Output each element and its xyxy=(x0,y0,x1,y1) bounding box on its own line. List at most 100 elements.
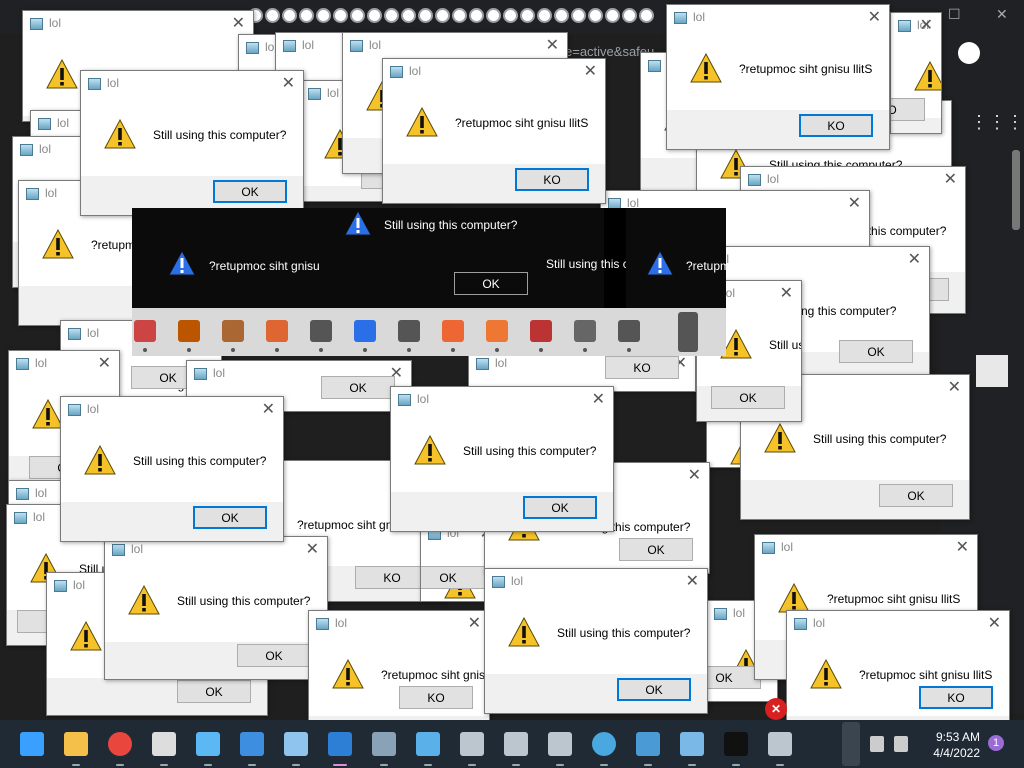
message-dialog[interactable]: lol ✕ Still using this computer? OK xyxy=(390,386,614,532)
tab-favicon-icon[interactable] xyxy=(299,8,314,23)
close-icon[interactable]: ✕ xyxy=(688,465,701,485)
ok-button[interactable]: OK xyxy=(237,644,311,667)
dialog-titlebar[interactable]: lol ✕ xyxy=(755,535,977,560)
close-icon[interactable]: ✕ xyxy=(956,537,969,557)
globe-icon[interactable] xyxy=(592,732,616,756)
paint-icon[interactable] xyxy=(284,732,308,756)
close-icon[interactable]: ✕ xyxy=(232,13,245,33)
message-dialog[interactable]: lol✕?retupmoc siht gnisu llitSKO xyxy=(786,610,1010,722)
chrome-icon[interactable] xyxy=(108,732,132,756)
taskbar-clock[interactable]: 9:53 AM 4/4/2022 xyxy=(918,729,980,761)
dialog-titlebar[interactable]: lol ✕ xyxy=(667,5,889,30)
network-status-icon[interactable] xyxy=(870,736,884,752)
message-dialog[interactable]: lol✕?retupmoc siht gnisu llitSKO xyxy=(890,12,942,134)
close-window-button[interactable]: ✕ xyxy=(996,6,1008,23)
dialog-titlebar[interactable]: lol ✕ xyxy=(391,387,613,412)
message-dialog[interactable]: lol✕?retupmoc siht gnisu llitSKO xyxy=(308,610,490,722)
message-dialog[interactable]: lol ✕ Still using this computer? OK xyxy=(104,536,328,680)
network-icon[interactable] xyxy=(460,732,484,756)
close-icon[interactable]: ✕ xyxy=(908,249,921,269)
tab-favicon-icon[interactable] xyxy=(316,8,331,23)
close-icon[interactable]: ✕ xyxy=(546,35,559,55)
message-dialog[interactable]: lol✕?retupmoc siht gnisu llitSKO xyxy=(382,58,606,204)
close-icon[interactable]: ✕ xyxy=(780,283,793,303)
preview-pane-right[interactable]: ?retupmo xyxy=(626,208,737,308)
tab-favicon-icon[interactable] xyxy=(384,8,399,23)
tab-favicon-icon[interactable] xyxy=(486,8,501,23)
show-desktop-peek[interactable] xyxy=(842,722,860,766)
tab-favicon-icon[interactable] xyxy=(503,8,518,23)
network-icon[interactable] xyxy=(310,320,332,342)
ok-button[interactable]: OK xyxy=(454,272,528,295)
settings-icon[interactable] xyxy=(266,320,288,342)
ok-button[interactable]: OK xyxy=(177,680,251,703)
minimize-button[interactable]: ☐ xyxy=(948,6,961,23)
tab-favicon-icon[interactable] xyxy=(367,8,382,23)
ok-button[interactable]: OK xyxy=(707,666,761,689)
preview-pane-left[interactable]: ?retupmoc siht gnisu l xyxy=(132,208,326,308)
calculator-icon[interactable] xyxy=(222,320,244,342)
close-icon[interactable]: ✕ xyxy=(944,169,957,189)
close-icon[interactable]: ✕ xyxy=(282,73,295,93)
close-icon[interactable]: ✕ xyxy=(468,613,481,633)
network-icon[interactable] xyxy=(618,320,640,342)
tab-favicon-icon[interactable] xyxy=(520,8,535,23)
close-icon[interactable]: ✕ xyxy=(262,399,275,419)
ok-button[interactable]: OK xyxy=(421,566,485,589)
dialog-titlebar[interactable]: lol ✕ xyxy=(9,351,119,376)
close-icon[interactable]: ✕ xyxy=(948,377,961,397)
control-panel-icon[interactable] xyxy=(416,732,440,756)
close-icon[interactable]: ✕ xyxy=(686,571,699,591)
close-icon[interactable]: ✕ xyxy=(592,389,605,409)
tab-favicon-icon[interactable] xyxy=(588,8,603,23)
ko-button[interactable]: KO xyxy=(891,98,925,121)
warning-icon[interactable] xyxy=(354,320,376,342)
dialog-titlebar[interactable]: lol ✕ xyxy=(81,71,303,96)
terminal-icon[interactable] xyxy=(574,320,596,342)
tab-favicon-icon[interactable] xyxy=(622,8,637,23)
ko-button[interactable]: KO xyxy=(399,686,473,709)
network-icon[interactable] xyxy=(548,732,572,756)
ko-button[interactable]: KO xyxy=(919,686,993,709)
7zip-icon[interactable] xyxy=(152,732,176,756)
profile-avatar-icon[interactable] xyxy=(958,42,980,64)
close-icon[interactable]: ✕ xyxy=(988,613,1001,633)
dialog-titlebar[interactable]: lol ✕ xyxy=(309,611,489,636)
tab-favicon-icon[interactable] xyxy=(401,8,416,23)
ok-button[interactable]: OK xyxy=(619,538,693,561)
dialog-titlebar[interactable]: lol ✕ xyxy=(787,611,1009,636)
calculator-icon[interactable] xyxy=(372,732,396,756)
ok-button[interactable]: OK xyxy=(523,496,597,519)
ko-button[interactable]: KO xyxy=(799,114,873,137)
notification-badge[interactable]: 1 xyxy=(988,735,1004,751)
message-dialog[interactable]: lol✕?retupmoc siht gnisu llitSKO xyxy=(666,4,890,150)
close-icon[interactable]: ✕ xyxy=(920,15,933,35)
tab-favicon-icon[interactable] xyxy=(571,8,586,23)
ko-button[interactable]: KO xyxy=(355,566,429,589)
message-dialog[interactable]: lol ✕ Still using this computer? OK xyxy=(60,396,284,542)
tab-favicon-icon[interactable] xyxy=(333,8,348,23)
dialog-titlebar[interactable]: lol ✕ xyxy=(61,397,283,422)
network-icon[interactable] xyxy=(504,732,528,756)
tab-favicon-icon[interactable] xyxy=(639,8,654,23)
tab-favicon-icon[interactable] xyxy=(554,8,569,23)
notepad-icon[interactable] xyxy=(196,732,220,756)
app-icon[interactable] xyxy=(134,320,156,342)
close-icon[interactable]: ✕ xyxy=(868,7,881,27)
cmd-icon[interactable] xyxy=(724,732,748,756)
close-icon[interactable]: ✕ xyxy=(306,539,319,559)
network-icon[interactable] xyxy=(768,732,792,756)
puzzle-icon[interactable] xyxy=(636,732,660,756)
photos-icon[interactable] xyxy=(240,732,264,756)
dialog-titlebar[interactable]: lol ✕ xyxy=(23,11,253,36)
tab-favicon-icon[interactable] xyxy=(418,8,433,23)
dialog-titlebar[interactable]: lol ✕ xyxy=(383,59,605,84)
tab-favicon-icon[interactable] xyxy=(605,8,620,23)
puzzle-icon[interactable] xyxy=(486,320,508,342)
scrollbar[interactable] xyxy=(1012,150,1020,230)
tab-favicon-icon[interactable] xyxy=(282,8,297,23)
ok-button[interactable]: OK xyxy=(321,376,395,399)
message-dialog[interactable]: lol ✕ Still using this computer? OK xyxy=(80,70,304,216)
dialog-titlebar[interactable]: lol ✕ xyxy=(741,167,965,192)
ok-button[interactable]: OK xyxy=(879,484,953,507)
